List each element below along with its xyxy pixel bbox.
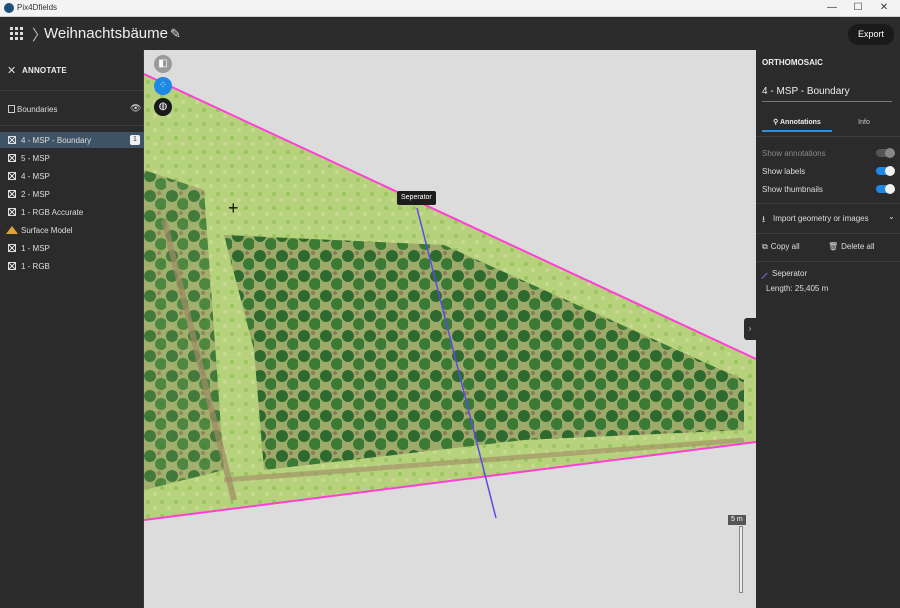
layer-label: Surface Model xyxy=(21,226,73,235)
layer-item[interactable]: 1 - RGB Accurate xyxy=(0,204,144,220)
orthomosaic-icon xyxy=(8,172,16,180)
divider xyxy=(756,136,900,137)
layer-label: 1 - RGB Accurate xyxy=(21,208,84,217)
maximize-button[interactable]: ☐ xyxy=(844,0,872,17)
app-header: 〉 Weihnachtsbäume ✎ Export xyxy=(0,18,900,50)
annotation-length: Length: 25,405 m xyxy=(766,284,829,293)
import-geometry-button[interactable]: ⭳ Import geometry or images ⌄ xyxy=(762,212,896,226)
annotation-tooltip: Seperator xyxy=(397,191,436,205)
orthomosaic-icon xyxy=(8,244,16,252)
surface-model-icon xyxy=(6,226,18,234)
copy-all-button[interactable]: ⧉ Copy all xyxy=(762,242,800,254)
layer-label: 2 - MSP xyxy=(21,190,50,199)
close-window-button[interactable]: ✕ xyxy=(870,0,898,17)
show-thumbnails-row: Show thumbnails xyxy=(762,184,896,196)
layer-label: 1 - RGB xyxy=(21,262,50,271)
layer-label: 4 - MSP - Boundary xyxy=(21,136,92,145)
copy-icon: ⧉ xyxy=(762,242,768,251)
edit-pencil-icon[interactable]: ✎ xyxy=(170,26,181,42)
pin-icon: ⚲ xyxy=(773,119,780,126)
delete-all-label: Delete all xyxy=(841,242,875,251)
divider xyxy=(756,203,900,204)
scale-label: 5 m xyxy=(728,515,746,525)
annotate-title: ANNOTATE xyxy=(22,66,67,75)
delete-all-button[interactable]: 🗑 Delete all xyxy=(828,242,875,254)
boundaries-label: Boundaries xyxy=(17,105,58,114)
tab-info[interactable]: Info xyxy=(834,116,894,132)
split-view-button[interactable]: ◧ xyxy=(154,55,172,73)
layer-item[interactable]: 1 - MSP xyxy=(0,240,144,256)
boundaries-group[interactable]: Boundaries 👁 xyxy=(0,102,144,118)
divider xyxy=(0,90,144,91)
layer-item[interactable]: 2 - MSP xyxy=(0,186,144,202)
apps-grid-icon[interactable] xyxy=(10,27,23,40)
properties-panel: ORTHOMOSAIC 4 - MSP - Boundary ⚲ Annotat… xyxy=(756,50,900,608)
app-logo-icon xyxy=(4,3,14,13)
window-title: Pix4Dfields xyxy=(17,3,58,12)
show-thumbnails-label: Show thumbnails xyxy=(762,185,823,194)
divider xyxy=(756,233,900,234)
orthomosaic-map[interactable] xyxy=(144,50,756,608)
layer-item[interactable]: 1 - RGB xyxy=(0,258,144,274)
annotation-points-button[interactable]: ⁘ xyxy=(154,77,172,95)
orthomosaic-icon xyxy=(8,154,16,162)
crosshair-cursor-icon: + xyxy=(228,198,239,218)
annotation-count-badge: 1 xyxy=(130,135,140,145)
eye-icon[interactable]: 👁 xyxy=(130,103,141,114)
map-canvas[interactable]: ◧ ⁘ ◍ Seperator + 5 m › xyxy=(144,50,756,608)
tab-annotations[interactable]: ⚲ Annotations xyxy=(762,116,832,132)
show-annotations-row: Show annotations xyxy=(762,148,896,160)
layer-item[interactable]: 4 - MSP - Boundary 1 xyxy=(0,132,144,148)
annotation-name: Seperator xyxy=(772,269,808,278)
layer-label: 4 - MSP xyxy=(21,172,50,181)
orthomosaic-icon xyxy=(8,262,16,270)
divider xyxy=(0,125,144,126)
section-title: ORTHOMOSAIC xyxy=(762,58,823,67)
line-icon xyxy=(756,267,768,279)
close-icon[interactable]: ✕ xyxy=(7,64,16,77)
globe-icon[interactable]: ◍ xyxy=(154,98,172,116)
layer-name-field[interactable]: 4 - MSP - Boundary xyxy=(762,86,892,102)
project-title: Weihnachtsbäume xyxy=(44,25,168,42)
orthomosaic-icon xyxy=(8,136,16,144)
collapse-panel-button[interactable]: › xyxy=(744,318,756,340)
layer-item[interactable]: 4 - MSP xyxy=(0,168,144,184)
divider xyxy=(756,261,900,262)
layers-sidebar: ✕ ANNOTATE Boundaries 👁 4 - MSP - Bounda… xyxy=(0,50,144,608)
tab-label: Annotations xyxy=(779,119,821,126)
show-labels-row: Show labels xyxy=(762,166,896,178)
scale-bar xyxy=(739,526,743,593)
orthomosaic-icon xyxy=(8,190,16,198)
orthomosaic-icon xyxy=(8,208,16,216)
show-labels-label: Show labels xyxy=(762,167,806,176)
show-labels-toggle[interactable] xyxy=(876,166,895,176)
minimize-button[interactable]: — xyxy=(818,0,846,17)
layer-item[interactable]: Surface Model xyxy=(0,222,144,238)
layer-label: 5 - MSP xyxy=(21,154,50,163)
trash-icon: 🗑 xyxy=(828,242,839,251)
window-titlebar: Pix4Dfields — ☐ ✕ xyxy=(0,0,900,17)
show-annotations-label: Show annotations xyxy=(762,149,826,158)
layer-label: 1 - MSP xyxy=(21,244,50,253)
copy-all-label: Copy all xyxy=(770,242,800,251)
import-label: Import geometry or images xyxy=(773,214,869,223)
boundaries-icon xyxy=(8,105,15,113)
layer-item[interactable]: 5 - MSP xyxy=(0,150,144,166)
import-icon: ⭳ xyxy=(762,214,766,224)
chevron-down-icon: ⌄ xyxy=(888,212,895,221)
export-button[interactable]: Export xyxy=(848,24,894,45)
show-thumbnails-toggle[interactable] xyxy=(876,184,895,194)
show-annotations-toggle[interactable] xyxy=(876,148,895,158)
annotation-item[interactable]: Seperator Length: 25,405 m xyxy=(756,267,896,302)
annotate-header: ✕ ANNOTATE xyxy=(0,62,144,80)
